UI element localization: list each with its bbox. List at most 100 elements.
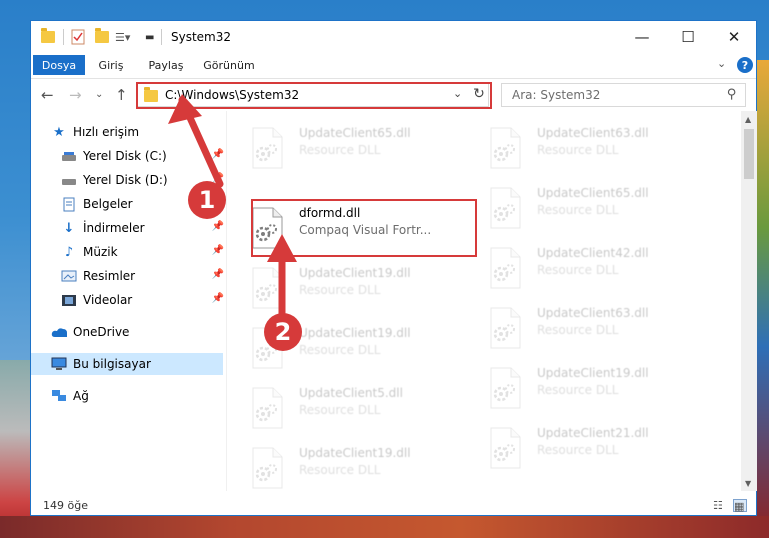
up-arrow-icon[interactable]: ↑ xyxy=(115,86,128,104)
file-description: Resource DLL xyxy=(537,443,619,457)
video-icon xyxy=(61,292,77,308)
dll-file-icon xyxy=(487,307,523,349)
file-description: Resource DLL xyxy=(537,143,619,157)
sidebar-item-label: Bu bilgisayar xyxy=(73,357,151,371)
item-count: 149 öğe xyxy=(43,499,88,512)
tab-share[interactable]: Paylaş xyxy=(143,55,189,75)
desktop-background-bottom xyxy=(0,516,769,538)
new-folder-icon[interactable] xyxy=(95,28,109,46)
file-description: Resource DLL xyxy=(299,283,381,297)
computer-icon xyxy=(51,356,67,372)
file-item[interactable]: UpdateClient21.dll Resource DLL xyxy=(465,419,695,475)
file-item[interactable]: UpdateClient63.dll Resource DLL xyxy=(465,119,695,175)
tiles-view-icon[interactable]: ▦ xyxy=(733,499,747,513)
title-bar: ☰▾ ▬ System32 — ☐ ✕ xyxy=(31,21,756,52)
dll-file-icon xyxy=(249,127,285,169)
pin-icon[interactable]: 📌 xyxy=(212,269,224,280)
minimize-button[interactable]: — xyxy=(619,21,665,52)
desktop-background-left xyxy=(0,360,30,538)
pin-icon[interactable]: 📌 xyxy=(212,221,224,232)
customize-toolbar-icon[interactable]: ☰▾ xyxy=(115,28,130,46)
pin-icon[interactable]: 📌 xyxy=(212,293,224,304)
dll-file-icon xyxy=(487,127,523,169)
documents-icon xyxy=(61,196,77,212)
file-item[interactable]: UpdateClient5.dll Resource DLL xyxy=(227,379,457,435)
tab-file[interactable]: Dosya xyxy=(33,55,85,75)
search-input[interactable]: Ara: System32 xyxy=(512,88,600,102)
file-description: Resource DLL xyxy=(537,323,619,337)
maximize-button[interactable]: ☐ xyxy=(665,21,711,52)
file-name: UpdateClient63.dll xyxy=(537,126,649,140)
file-description: Resource DLL xyxy=(299,143,381,157)
file-name: UpdateClient65.dll xyxy=(299,126,411,140)
search-icon[interactable]: ⚲ xyxy=(727,87,737,102)
star-icon: ★ xyxy=(53,124,65,140)
annotation-badge-2: 2 xyxy=(264,313,302,351)
file-name: UpdateClient42.dll xyxy=(537,246,649,260)
title-separator-2 xyxy=(161,29,162,45)
recent-locations-icon[interactable]: ⌄ xyxy=(95,89,103,100)
cloud-icon xyxy=(51,324,67,340)
window-title: System32 xyxy=(171,30,232,44)
sidebar-item-network[interactable]: Ağ xyxy=(31,385,226,407)
properties-icon[interactable] xyxy=(71,28,85,46)
search-box[interactable]: Ara: System32 ⚲ xyxy=(501,83,746,107)
file-name: UpdateClient65.dll xyxy=(537,186,649,200)
file-name: UpdateClient19.dll xyxy=(299,326,411,340)
sidebar-item-pictures[interactable]: Resimler 📌 xyxy=(31,265,226,287)
folder-icon xyxy=(41,28,55,46)
sidebar-item-onedrive[interactable]: OneDrive xyxy=(31,321,226,343)
sidebar-item-music[interactable]: ♪ Müzik 📌 xyxy=(31,241,226,263)
dll-file-icon xyxy=(249,447,285,489)
help-icon[interactable]: ? xyxy=(737,57,753,73)
scrollbar-thumb[interactable] xyxy=(744,129,754,179)
sidebar-item-this-pc[interactable]: Bu bilgisayar xyxy=(31,353,223,375)
file-name: UpdateClient19.dll xyxy=(299,266,411,280)
sidebar-item-videos[interactable]: Videolar 📌 xyxy=(31,289,226,311)
file-name: UpdateClient63.dll xyxy=(537,306,649,320)
sidebar-item-label: Resimler xyxy=(83,269,136,283)
sidebar-item-label: Müzik xyxy=(83,245,118,259)
desktop-background-right xyxy=(756,60,769,538)
file-description: Resource DLL xyxy=(537,203,619,217)
file-description: Resource DLL xyxy=(299,463,381,477)
dll-file-icon xyxy=(487,367,523,409)
sidebar-item-downloads[interactable]: ↓ İndirmeler 📌 xyxy=(31,217,226,239)
sidebar-item-label: Hızlı erişim xyxy=(73,125,140,139)
status-bar: 149 öğe ☷ ▦ xyxy=(31,495,756,517)
dll-file-icon xyxy=(249,387,285,429)
navigation-bar: ← → ⌄ ↑ C:\Windows\System32 ⌄ ↻ Ara: Sys… xyxy=(31,78,756,110)
file-list: UpdateClient65.dll Resource DLL dformd.dll… xyxy=(227,111,741,491)
file-item[interactable]: UpdateClient19.dll Resource DLL xyxy=(465,359,695,415)
file-explorer-window: ☰▾ ▬ System32 — ☐ ✕ Dosya Giriş Paylaş G… xyxy=(30,20,757,516)
pin-icon[interactable]: 📌 xyxy=(212,245,224,256)
file-name: UpdateClient5.dll xyxy=(299,386,403,400)
file-description: Resource DLL xyxy=(299,343,381,357)
scroll-up-icon[interactable]: ▲ xyxy=(745,115,751,124)
scroll-down-icon[interactable]: ▼ xyxy=(745,479,751,488)
file-item[interactable]: UpdateClient19.dll Resource DLL xyxy=(227,439,457,491)
vertical-scrollbar[interactable]: ▲ ▼ xyxy=(741,111,757,491)
expand-ribbon-icon[interactable]: ⌄ xyxy=(717,57,726,70)
sidebar-item-label: Videolar xyxy=(83,293,133,307)
file-item[interactable]: UpdateClient63.dll Resource DLL xyxy=(465,299,695,355)
back-arrow-icon[interactable]: ← xyxy=(41,86,54,104)
forward-arrow-icon[interactable]: → xyxy=(69,86,82,104)
tab-home[interactable]: Giriş xyxy=(91,55,131,75)
file-item[interactable]: UpdateClient65.dll Resource DLL xyxy=(465,179,695,235)
close-button[interactable]: ✕ xyxy=(711,21,757,52)
file-description: Resource DLL xyxy=(537,263,619,277)
sidebar-item-label: Ağ xyxy=(73,389,89,403)
file-item[interactable]: UpdateClient65.dll Resource DLL xyxy=(227,119,457,175)
sidebar-item-label: Belgeler xyxy=(83,197,133,211)
tab-view[interactable]: Görünüm xyxy=(199,55,259,75)
annotation-badge-1: 1 xyxy=(188,181,226,219)
details-view-icon[interactable]: ☷ xyxy=(713,499,727,512)
pictures-icon xyxy=(61,268,77,284)
music-icon: ♪ xyxy=(64,244,74,260)
file-name: UpdateClient19.dll xyxy=(537,366,649,380)
qa-dropdown-icon[interactable]: ▬ xyxy=(145,28,154,46)
dll-file-icon xyxy=(487,187,523,229)
title-separator xyxy=(63,29,64,45)
file-item[interactable]: UpdateClient42.dll Resource DLL xyxy=(465,239,695,295)
